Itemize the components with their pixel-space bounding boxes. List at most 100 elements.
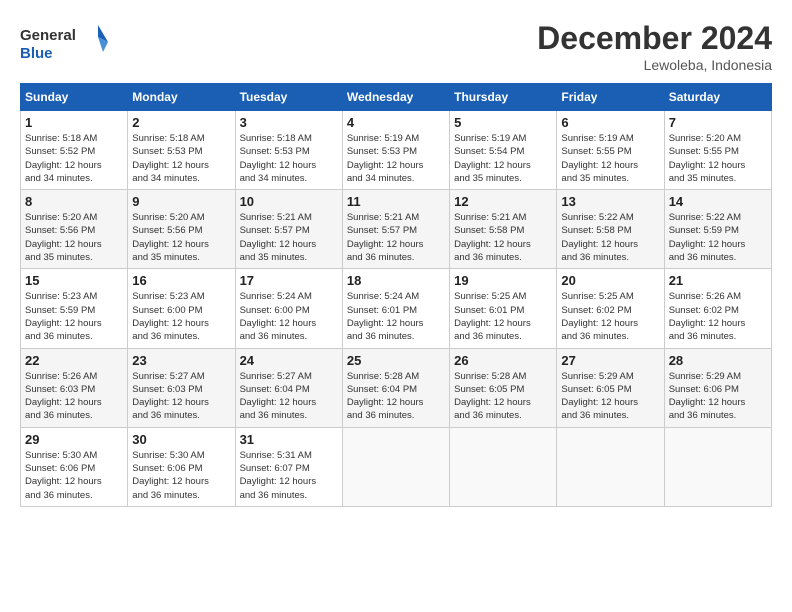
day-info: Sunrise: 5:27 AM Sunset: 6:04 PM Dayligh… — [240, 370, 338, 423]
calendar-cell: 27 Sunrise: 5:29 AM Sunset: 6:05 PM Dayli… — [557, 348, 664, 427]
calendar-cell: 14 Sunrise: 5:22 AM Sunset: 5:59 PM Dayli… — [664, 190, 771, 269]
day-info: Sunrise: 5:20 AM Sunset: 5:56 PM Dayligh… — [132, 211, 230, 264]
weekday-header-monday: Monday — [128, 84, 235, 111]
day-info: Sunrise: 5:28 AM Sunset: 6:05 PM Dayligh… — [454, 370, 552, 423]
calendar-cell: 16Sunrise: 5:23 AM Sunset: 6:00 PM Dayli… — [128, 269, 235, 348]
calendar-cell: 30 Sunrise: 5:30 AM Sunset: 6:06 PM Dayli… — [128, 427, 235, 506]
calendar-cell: 8 Sunrise: 5:20 AM Sunset: 5:56 PM Daylig… — [21, 190, 128, 269]
calendar-week-5: 29Sunrise: 5:30 AM Sunset: 6:06 PM Dayli… — [21, 427, 772, 506]
day-number: 6 — [561, 115, 659, 130]
calendar-cell: 9 Sunrise: 5:20 AM Sunset: 5:56 PM Daylig… — [128, 190, 235, 269]
day-info: Sunrise: 5:21 AM Sunset: 5:58 PM Dayligh… — [454, 211, 552, 264]
day-info: Sunrise: 5:23 AM Sunset: 5:59 PM Dayligh… — [25, 290, 123, 343]
day-info: Sunrise: 5:29 AM Sunset: 6:05 PM Dayligh… — [561, 370, 659, 423]
calendar-cell — [342, 427, 449, 506]
title-block: December 2024 Lewoleba, Indonesia — [537, 20, 772, 73]
calendar-cell: 21 Sunrise: 5:26 AM Sunset: 6:02 PM Dayli… — [664, 269, 771, 348]
day-number: 24 — [240, 353, 338, 368]
day-info: Sunrise: 5:30 AM Sunset: 6:06 PM Dayligh… — [132, 449, 230, 502]
day-number: 1 — [25, 115, 123, 130]
day-info: Sunrise: 5:22 AM Sunset: 5:58 PM Dayligh… — [561, 211, 659, 264]
logo-svg: General Blue — [20, 20, 110, 65]
day-number: 18 — [347, 273, 445, 288]
weekday-header-saturday: Saturday — [664, 84, 771, 111]
day-number: 8 — [25, 194, 123, 209]
calendar-cell: 4Sunrise: 5:19 AM Sunset: 5:53 PM Daylig… — [342, 111, 449, 190]
day-number: 25 — [347, 353, 445, 368]
calendar-week-1: 1 Sunrise: 5:18 AM Sunset: 5:52 PM Daylig… — [21, 111, 772, 190]
day-number: 2 — [132, 115, 230, 130]
day-info: Sunrise: 5:28 AM Sunset: 6:04 PM Dayligh… — [347, 370, 445, 423]
day-info: Sunrise: 5:24 AM Sunset: 6:01 PM Dayligh… — [347, 290, 445, 343]
calendar-cell: 31 Sunrise: 5:31 AM Sunset: 6:07 PM Dayli… — [235, 427, 342, 506]
day-number: 7 — [669, 115, 767, 130]
calendar-cell: 22 Sunrise: 5:26 AM Sunset: 6:03 PM Dayli… — [21, 348, 128, 427]
day-number: 21 — [669, 273, 767, 288]
calendar-cell: 26 Sunrise: 5:28 AM Sunset: 6:05 PM Dayli… — [450, 348, 557, 427]
day-number: 10 — [240, 194, 338, 209]
day-number: 9 — [132, 194, 230, 209]
day-number: 22 — [25, 353, 123, 368]
day-number: 3 — [240, 115, 338, 130]
calendar-week-2: 8 Sunrise: 5:20 AM Sunset: 5:56 PM Daylig… — [21, 190, 772, 269]
calendar-cell: 1 Sunrise: 5:18 AM Sunset: 5:52 PM Daylig… — [21, 111, 128, 190]
calendar-cell: 12 Sunrise: 5:21 AM Sunset: 5:58 PM Dayli… — [450, 190, 557, 269]
day-number: 19 — [454, 273, 552, 288]
day-info: Sunrise: 5:18 AM Sunset: 5:53 PM Dayligh… — [240, 132, 338, 185]
calendar-cell: 2 Sunrise: 5:18 AM Sunset: 5:53 PM Daylig… — [128, 111, 235, 190]
day-number: 13 — [561, 194, 659, 209]
calendar-week-4: 22 Sunrise: 5:26 AM Sunset: 6:03 PM Dayli… — [21, 348, 772, 427]
day-info: Sunrise: 5:19 AM Sunset: 5:55 PM Dayligh… — [561, 132, 659, 185]
day-number: 30 — [132, 432, 230, 447]
calendar-cell: 15Sunrise: 5:23 AM Sunset: 5:59 PM Dayli… — [21, 269, 128, 348]
day-info: Sunrise: 5:26 AM Sunset: 6:02 PM Dayligh… — [669, 290, 767, 343]
calendar-cell — [557, 427, 664, 506]
day-number: 20 — [561, 273, 659, 288]
day-info: Sunrise: 5:18 AM Sunset: 5:52 PM Dayligh… — [25, 132, 123, 185]
day-info: Sunrise: 5:20 AM Sunset: 5:55 PM Dayligh… — [669, 132, 767, 185]
day-info: Sunrise: 5:24 AM Sunset: 6:00 PM Dayligh… — [240, 290, 338, 343]
day-number: 14 — [669, 194, 767, 209]
calendar-cell: 18 Sunrise: 5:24 AM Sunset: 6:01 PM Dayli… — [342, 269, 449, 348]
weekday-header-thursday: Thursday — [450, 84, 557, 111]
day-info: Sunrise: 5:29 AM Sunset: 6:06 PM Dayligh… — [669, 370, 767, 423]
day-info: Sunrise: 5:23 AM Sunset: 6:00 PM Dayligh… — [132, 290, 230, 343]
day-number: 12 — [454, 194, 552, 209]
calendar-cell: 11 Sunrise: 5:21 AM Sunset: 5:57 PM Dayli… — [342, 190, 449, 269]
day-number: 26 — [454, 353, 552, 368]
day-info: Sunrise: 5:21 AM Sunset: 5:57 PM Dayligh… — [240, 211, 338, 264]
day-info: Sunrise: 5:31 AM Sunset: 6:07 PM Dayligh… — [240, 449, 338, 502]
calendar-cell: 10 Sunrise: 5:21 AM Sunset: 5:57 PM Dayli… — [235, 190, 342, 269]
day-number: 31 — [240, 432, 338, 447]
calendar-cell: 23Sunrise: 5:27 AM Sunset: 6:03 PM Dayli… — [128, 348, 235, 427]
day-number: 11 — [347, 194, 445, 209]
day-number: 28 — [669, 353, 767, 368]
calendar-week-3: 15Sunrise: 5:23 AM Sunset: 5:59 PM Dayli… — [21, 269, 772, 348]
day-info: Sunrise: 5:19 AM Sunset: 5:54 PM Dayligh… — [454, 132, 552, 185]
calendar-table: SundayMondayTuesdayWednesdayThursdayFrid… — [20, 83, 772, 507]
day-info: Sunrise: 5:25 AM Sunset: 6:01 PM Dayligh… — [454, 290, 552, 343]
weekday-header-sunday: Sunday — [21, 84, 128, 111]
logo: General Blue — [20, 20, 110, 65]
calendar-cell: 7 Sunrise: 5:20 AM Sunset: 5:55 PM Daylig… — [664, 111, 771, 190]
calendar-cell: 24 Sunrise: 5:27 AM Sunset: 6:04 PM Dayli… — [235, 348, 342, 427]
weekday-header-tuesday: Tuesday — [235, 84, 342, 111]
day-info: Sunrise: 5:25 AM Sunset: 6:02 PM Dayligh… — [561, 290, 659, 343]
day-info: Sunrise: 5:22 AM Sunset: 5:59 PM Dayligh… — [669, 211, 767, 264]
day-info: Sunrise: 5:20 AM Sunset: 5:56 PM Dayligh… — [25, 211, 123, 264]
page-header: General Blue December 2024 Lewoleba, Ind… — [20, 20, 772, 73]
day-number: 27 — [561, 353, 659, 368]
day-number: 23 — [132, 353, 230, 368]
calendar-cell — [450, 427, 557, 506]
calendar-cell: 5 Sunrise: 5:19 AM Sunset: 5:54 PM Daylig… — [450, 111, 557, 190]
calendar-cell: 19 Sunrise: 5:25 AM Sunset: 6:01 PM Dayli… — [450, 269, 557, 348]
calendar-cell: 28 Sunrise: 5:29 AM Sunset: 6:06 PM Dayli… — [664, 348, 771, 427]
day-number: 4 — [347, 115, 445, 130]
month-title: December 2024 — [537, 20, 772, 57]
day-number: 5 — [454, 115, 552, 130]
calendar-cell: 20 Sunrise: 5:25 AM Sunset: 6:02 PM Dayli… — [557, 269, 664, 348]
day-info: Sunrise: 5:18 AM Sunset: 5:53 PM Dayligh… — [132, 132, 230, 185]
day-info: Sunrise: 5:21 AM Sunset: 5:57 PM Dayligh… — [347, 211, 445, 264]
weekday-header-friday: Friday — [557, 84, 664, 111]
day-info: Sunrise: 5:26 AM Sunset: 6:03 PM Dayligh… — [25, 370, 123, 423]
